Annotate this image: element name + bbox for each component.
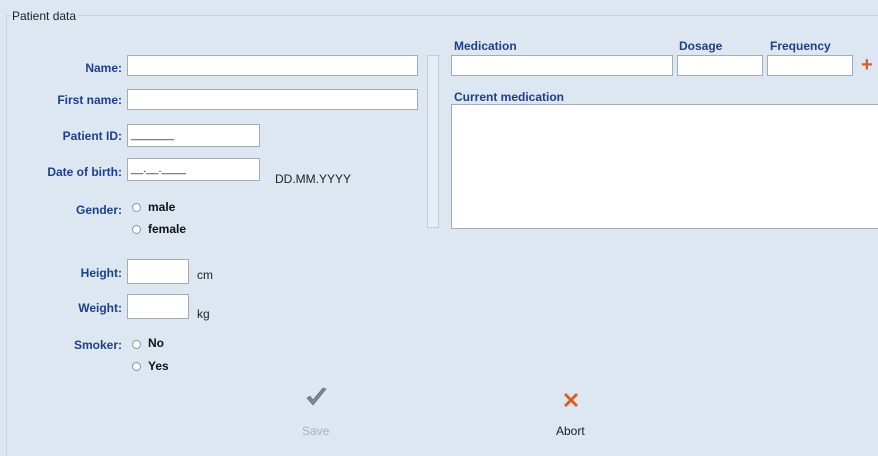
first-name-label: First name:	[57, 93, 122, 107]
gender-male-label[interactable]: male	[148, 200, 175, 214]
patient-id-mask: _______	[131, 129, 174, 141]
add-medication-icon[interactable]: +	[861, 55, 873, 75]
name-label: Name:	[85, 61, 122, 75]
height-label: Height:	[80, 266, 122, 280]
abort-button-label: Abort	[556, 424, 585, 438]
first-name-field[interactable]	[127, 89, 418, 110]
smoker-no-radio[interactable]	[132, 340, 141, 349]
gender-male-radio[interactable]	[132, 203, 141, 212]
frequency-field[interactable]	[767, 55, 853, 76]
smoker-yes-label[interactable]: Yes	[148, 359, 169, 373]
dob-label: Date of birth:	[47, 165, 122, 179]
dosage-field[interactable]	[677, 55, 763, 76]
weight-field[interactable]	[127, 294, 189, 319]
weight-label: Weight:	[78, 301, 122, 315]
patient-id-label: Patient ID:	[62, 129, 122, 143]
height-field[interactable]	[127, 259, 189, 284]
current-medication-header: Current medication	[454, 90, 565, 104]
checkmark-icon	[305, 386, 327, 411]
x-icon	[561, 390, 581, 413]
smoker-no-label[interactable]: No	[148, 336, 164, 350]
dosage-header: Dosage	[679, 39, 723, 53]
dob-format-hint: DD.MM.YYYY	[275, 172, 352, 186]
gender-female-label[interactable]: female	[148, 222, 186, 236]
medication-header: Medication	[454, 39, 517, 53]
smoker-label: Smoker:	[73, 338, 122, 352]
patient-id-field[interactable]: _______	[127, 124, 260, 147]
current-medication-list[interactable]	[451, 104, 878, 229]
height-unit: cm	[197, 268, 213, 282]
gender-label: Gender:	[75, 203, 122, 217]
abort-button[interactable]: Abort	[551, 390, 595, 440]
frequency-header: Frequency	[770, 39, 831, 53]
save-button[interactable]: Save	[296, 386, 336, 438]
name-field[interactable]	[127, 55, 418, 76]
dob-field[interactable]: __.__.____	[127, 158, 260, 181]
smoker-yes-radio[interactable]	[132, 362, 141, 371]
panel-splitter[interactable]	[427, 55, 439, 228]
weight-unit: kg	[197, 307, 210, 321]
gender-female-radio[interactable]	[132, 225, 141, 234]
dob-mask: __.__.____	[131, 163, 187, 175]
medication-field[interactable]	[451, 55, 673, 76]
save-button-label: Save	[302, 424, 330, 438]
patient-data-groupbox	[6, 15, 878, 456]
group-title: Patient data	[10, 9, 79, 23]
